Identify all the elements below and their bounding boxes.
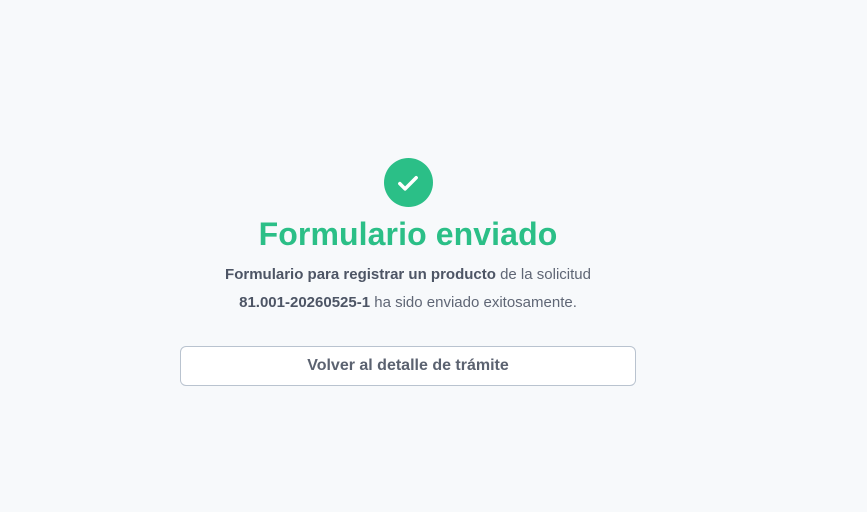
check-circle-icon (383, 158, 433, 207)
success-title: Formulario enviado (258, 216, 558, 252)
message-ending-text: ha sido enviado exitosamente. (374, 294, 577, 311)
request-id: 81.001-20260525-1 (239, 294, 371, 311)
message-middle-text: de la solicitud (500, 266, 591, 283)
back-to-procedure-detail-button[interactable]: Volver al detalle de trámite (180, 346, 636, 386)
action-row: Volver al detalle de trámite (180, 346, 636, 386)
success-panel: Formulario enviado Formulario para regis… (0, 158, 816, 317)
confirmation-page: Formulario enviado Formulario para regis… (0, 0, 867, 512)
form-name: Formulario para registrar un producto (225, 266, 496, 283)
success-message: Formulario para registrar un producto de… (178, 261, 638, 317)
